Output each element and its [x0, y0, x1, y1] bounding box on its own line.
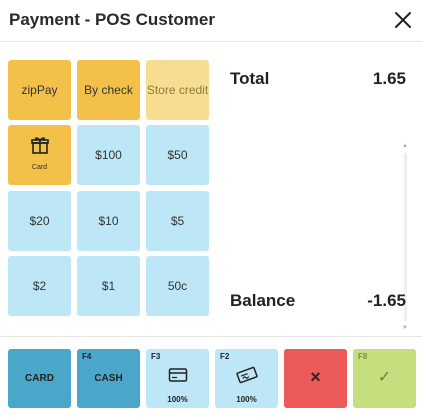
close-icon[interactable]	[392, 9, 414, 31]
zippay-label: zipPay	[21, 83, 58, 97]
confirm-button[interactable]: F8 ✓	[353, 349, 416, 408]
cancel-button[interactable]: ×	[284, 349, 347, 408]
f8-hotkey: F8	[358, 352, 368, 361]
payment-footer: CARD F4 CASH F3 100% F2 100% × F8 ✓	[0, 336, 422, 420]
check-icon: ✓	[377, 369, 392, 386]
f2-percent: 100%	[236, 395, 257, 404]
amount-50c-label: 50c	[167, 279, 188, 293]
total-value: 1.65	[372, 69, 406, 88]
card-payment-label: CARD	[25, 373, 54, 384]
f3-card-button[interactable]: F3 100%	[146, 349, 209, 408]
amount-10-button[interactable]: $10	[77, 191, 140, 251]
by-check-button[interactable]: By check	[77, 60, 140, 120]
store-credit-label: Store credit	[146, 83, 209, 97]
total-label: Total	[230, 69, 270, 88]
by-check-label: By check	[84, 83, 133, 97]
scroll-down-icon[interactable]: ▼	[402, 325, 408, 331]
amount-2-label: $2	[32, 279, 47, 293]
cash-payment-button[interactable]: F4 CASH	[77, 349, 140, 408]
dialog-header: Payment - POS Customer	[0, 0, 422, 42]
dialog-title: Payment - POS Customer	[9, 10, 215, 29]
balance-value: -1.65	[367, 291, 406, 310]
amount-5-button[interactable]: $5	[146, 191, 209, 251]
amount-100-label: $100	[95, 148, 122, 162]
gift-icon	[30, 137, 49, 154]
total-row: Total 1.65	[230, 69, 406, 89]
store-credit-button[interactable]: Store credit	[146, 60, 209, 120]
amount-50-button[interactable]: $50	[146, 125, 209, 185]
balance-row: Balance -1.65	[230, 291, 406, 311]
f3-percent: 100%	[167, 395, 188, 404]
amount-1-label: $1	[101, 279, 116, 293]
amount-10-label: $10	[98, 214, 119, 228]
payment-body: zipPay By check Store credit Card $100 $…	[0, 43, 422, 335]
amount-20-button[interactable]: $20	[8, 191, 71, 251]
cancel-icon: ×	[310, 367, 321, 387]
amount-2-button[interactable]: $2	[8, 256, 71, 316]
amount-50-label: $50	[167, 148, 188, 162]
balance-label: Balance	[230, 291, 296, 310]
card-label: Card	[31, 164, 48, 171]
amount-1-button[interactable]: $1	[77, 256, 140, 316]
check-payment-icon	[235, 366, 258, 384]
f2-check-button[interactable]: F2 100%	[215, 349, 278, 408]
scroll-up-icon[interactable]: ▲	[402, 143, 408, 149]
f2-hotkey: F2	[220, 352, 230, 361]
f3-hotkey: F3	[151, 352, 161, 361]
zippay-button[interactable]: zipPay	[8, 60, 71, 120]
gift-card-button[interactable]: Card	[8, 125, 71, 185]
cash-payment-label: CASH	[94, 373, 123, 384]
amount-5-label: $5	[170, 214, 185, 228]
amount-100-button[interactable]: $100	[77, 125, 140, 185]
credit-card-icon	[168, 368, 187, 382]
amount-50c-button[interactable]: 50c	[146, 256, 209, 316]
card-payment-button[interactable]: CARD	[8, 349, 71, 408]
cash-hotkey: F4	[82, 352, 92, 361]
amount-20-label: $20	[29, 214, 50, 228]
